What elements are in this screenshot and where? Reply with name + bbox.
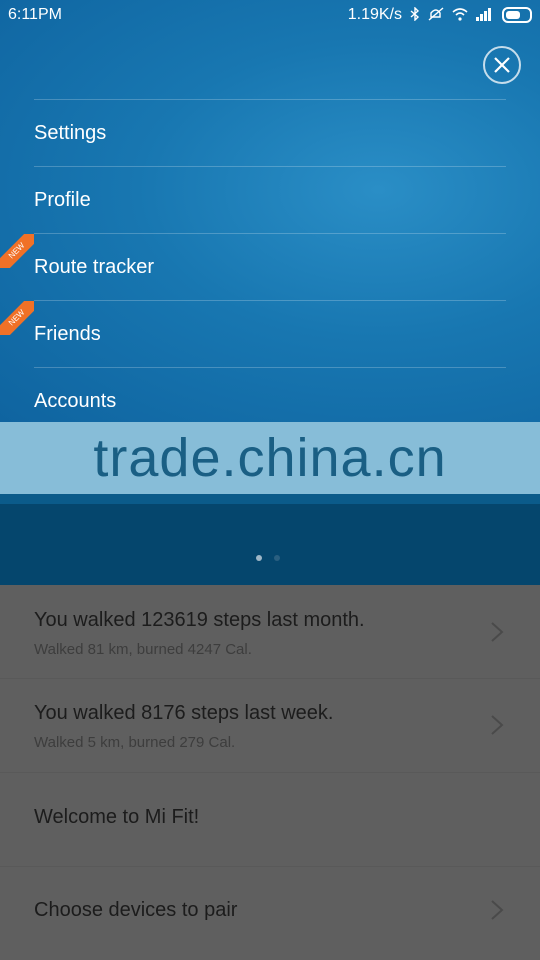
feed-item-title: You walked 8176 steps last week. bbox=[34, 702, 334, 724]
watermark-text: trade.china.cn bbox=[93, 428, 447, 488]
chevron-right-icon bbox=[490, 714, 504, 736]
feed-item-monthly[interactable]: You walked 123619 steps last month. Walk… bbox=[0, 585, 540, 678]
menu-item-label: Route tracker bbox=[34, 255, 155, 278]
watermark-band: trade.china.cn bbox=[0, 422, 540, 494]
close-icon bbox=[494, 57, 510, 73]
feed-list: You walked 123619 steps last month. Walk… bbox=[0, 585, 540, 960]
feed-item-subtitle: Walked 5 km, burned 279 Cal. bbox=[34, 734, 236, 751]
new-badge: NEW bbox=[0, 234, 34, 268]
menu-item-label: Profile bbox=[34, 188, 91, 211]
signal-icon bbox=[476, 7, 494, 24]
page-dot-active[interactable] bbox=[256, 555, 262, 561]
pager-band bbox=[0, 494, 540, 585]
menu-item-label: Settings bbox=[34, 121, 107, 144]
feed-item-title: You walked 123619 steps last month. bbox=[34, 609, 365, 631]
menu-item-route-tracker[interactable]: NEW Route tracker bbox=[0, 233, 506, 300]
menu-item-label: Friends bbox=[34, 322, 101, 345]
wifi-icon bbox=[452, 7, 468, 24]
network-speed: 1.19K/s bbox=[347, 6, 402, 23]
new-badge: NEW bbox=[0, 301, 34, 335]
status-time: 6:11PM bbox=[8, 6, 62, 23]
menu-item-label: Accounts bbox=[34, 389, 117, 412]
feed-item-weekly[interactable]: You walked 8176 steps last week. Walked … bbox=[0, 679, 540, 772]
page-dot[interactable] bbox=[274, 555, 280, 561]
menu-list: Settings Profile NEW Route tracker NEW F… bbox=[0, 99, 506, 434]
bluetooth-icon bbox=[410, 5, 420, 24]
chevron-right-icon bbox=[490, 621, 504, 643]
status-bar: 6:11PM 1.19K/s bbox=[0, 0, 540, 30]
menu-item-friends[interactable]: NEW Friends bbox=[0, 300, 506, 367]
feed-item-title: Choose devices to pair bbox=[34, 899, 238, 921]
mute-icon bbox=[428, 6, 444, 24]
feed-item-welcome[interactable]: Welcome to Mi Fit! bbox=[0, 773, 540, 866]
menu-item-profile[interactable]: Profile bbox=[34, 166, 506, 233]
menu-item-settings[interactable]: Settings bbox=[34, 99, 506, 166]
menu-overlay: 6:11PM 1.19K/s Settings Profile NEW Rout… bbox=[0, 0, 540, 422]
close-button[interactable] bbox=[483, 46, 521, 84]
band-top-strip bbox=[0, 494, 540, 504]
feed-item-pair-devices[interactable]: Choose devices to pair bbox=[0, 867, 540, 960]
battery-icon bbox=[502, 7, 532, 23]
feed-item-title: Welcome to Mi Fit! bbox=[34, 806, 200, 828]
chevron-right-icon bbox=[490, 899, 504, 921]
page-indicator bbox=[256, 555, 280, 561]
feed-item-subtitle: Walked 81 km, burned 4247 Cal. bbox=[34, 641, 252, 658]
status-icons: 1.19K/s bbox=[347, 5, 532, 24]
